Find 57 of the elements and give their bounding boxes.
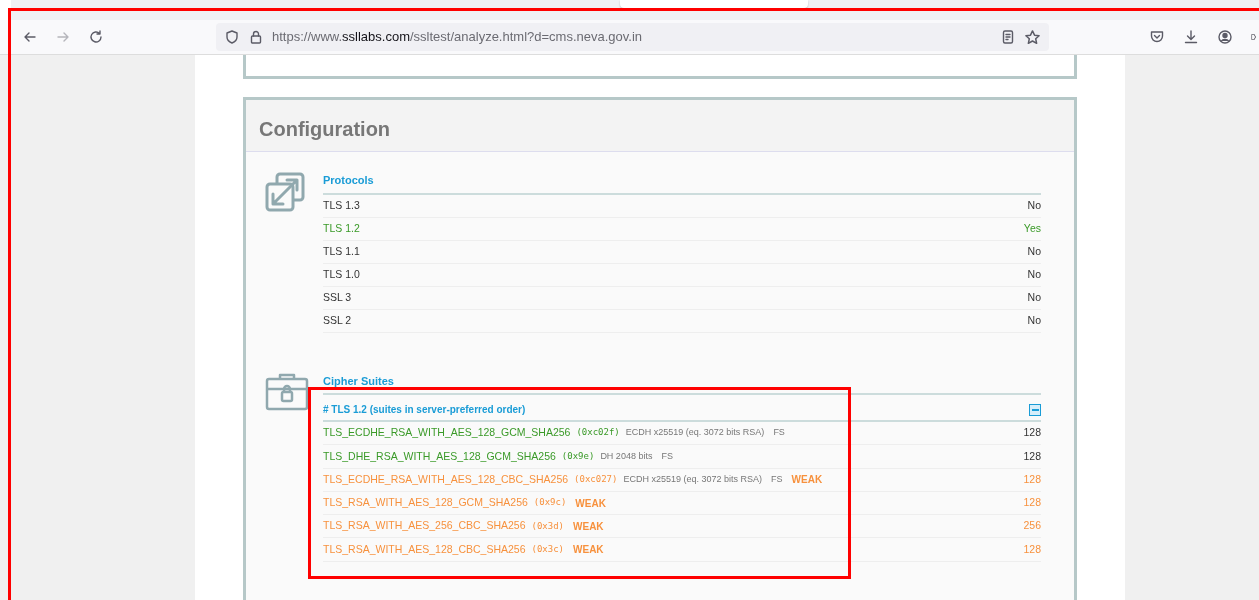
section-title: Cipher Suites: [323, 372, 1041, 395]
protocol-name: TLS 1.2: [323, 220, 360, 236]
cipher-detail: FS: [771, 473, 783, 486]
url-text: https://www.ssllabs.com/ssltest/analyze.html?d=cms.neva.gov.in: [272, 28, 644, 47]
cipher-code: (0x3c): [531, 542, 565, 556]
key-bits: 128: [1023, 448, 1041, 464]
protocol-name: TLS 1.3: [323, 197, 360, 213]
briefcase-lock-icon: [265, 372, 309, 411]
cipher-detail: ECDH x25519 (eq. 3072 bits RSA): [623, 473, 763, 486]
cipher-code: (0xc027): [574, 473, 618, 486]
group-heading: # TLS 1.2 (suites in server-preferred order): [323, 403, 526, 417]
key-bits: 128: [1023, 541, 1041, 557]
protocol-name: TLS 1.0: [323, 266, 360, 282]
cipher-code: (0x9c): [533, 496, 567, 510]
account-icon[interactable]: [1217, 29, 1233, 45]
lock-icon: [248, 29, 264, 45]
pocket-icon[interactable]: [1149, 29, 1165, 45]
cipher-name: TLS_ECDHE_RSA_WITH_AES_128_GCM_SHA256: [323, 425, 571, 441]
key-bits: 128: [1023, 471, 1041, 487]
cipher-detail: FS: [661, 449, 673, 463]
protocol-name: TLS 1.1: [323, 243, 360, 259]
cipher-name: TLS_RSA_WITH_AES_128_CBC_SHA256: [323, 541, 526, 557]
cipher-detail: DH 2048 bits: [600, 449, 653, 463]
protocol-support: No: [1027, 266, 1041, 282]
cipher-name: TLS_ECDHE_RSA_WITH_AES_128_CBC_SHA256: [323, 471, 569, 487]
weak-label: WEAK: [575, 496, 606, 511]
resize-arrows-icon: [265, 172, 305, 212]
key-bits: 256: [1023, 518, 1041, 534]
download-icon[interactable]: [1183, 29, 1199, 45]
cipher-code: (0xc02f): [576, 426, 620, 440]
address-bar[interactable]: https://www.ssllabs.com/ssltest/analyze.html?d=cms.neva.gov.in: [216, 23, 1049, 51]
reload-icon[interactable]: [88, 29, 104, 45]
protocol-support: No: [1027, 289, 1041, 305]
weak-label: WEAK: [791, 473, 823, 488]
reader-view-icon[interactable]: [1000, 29, 1016, 45]
cipher-code: (0x9e): [561, 449, 595, 463]
cipher-name: TLS_RSA_WITH_AES_256_CBC_SHA256: [323, 518, 526, 534]
protocol-name: SSL 2: [323, 312, 352, 328]
protocol-support: Yes: [1023, 220, 1041, 236]
key-bits: 128: [1023, 425, 1041, 441]
panel-title: Configuration: [259, 118, 391, 140]
cipher-detail: FS: [773, 426, 785, 440]
star-icon[interactable]: [1024, 28, 1041, 46]
protocol-support: No: [1027, 243, 1041, 259]
collapse-button[interactable]: [1029, 403, 1041, 416]
protocol-support: No: [1027, 312, 1041, 328]
protocol-support: No: [1027, 197, 1041, 213]
shield-icon: [224, 29, 240, 45]
cipher-name: TLS_RSA_WITH_AES_128_GCM_SHA256: [323, 495, 528, 511]
cipher-detail: ECDH x25519 (eq. 3072 bits RSA): [625, 426, 765, 440]
cipher-code: (0x3d): [531, 519, 565, 533]
protocol-name: SSL 3: [323, 289, 352, 305]
weak-label: WEAK: [573, 543, 604, 558]
cipher-name: TLS_DHE_RSA_WITH_AES_128_GCM_SHA256: [323, 448, 556, 464]
key-bits: 128: [1023, 495, 1041, 511]
section-title: Protocols: [323, 172, 1041, 195]
weak-label: WEAK: [573, 519, 604, 534]
